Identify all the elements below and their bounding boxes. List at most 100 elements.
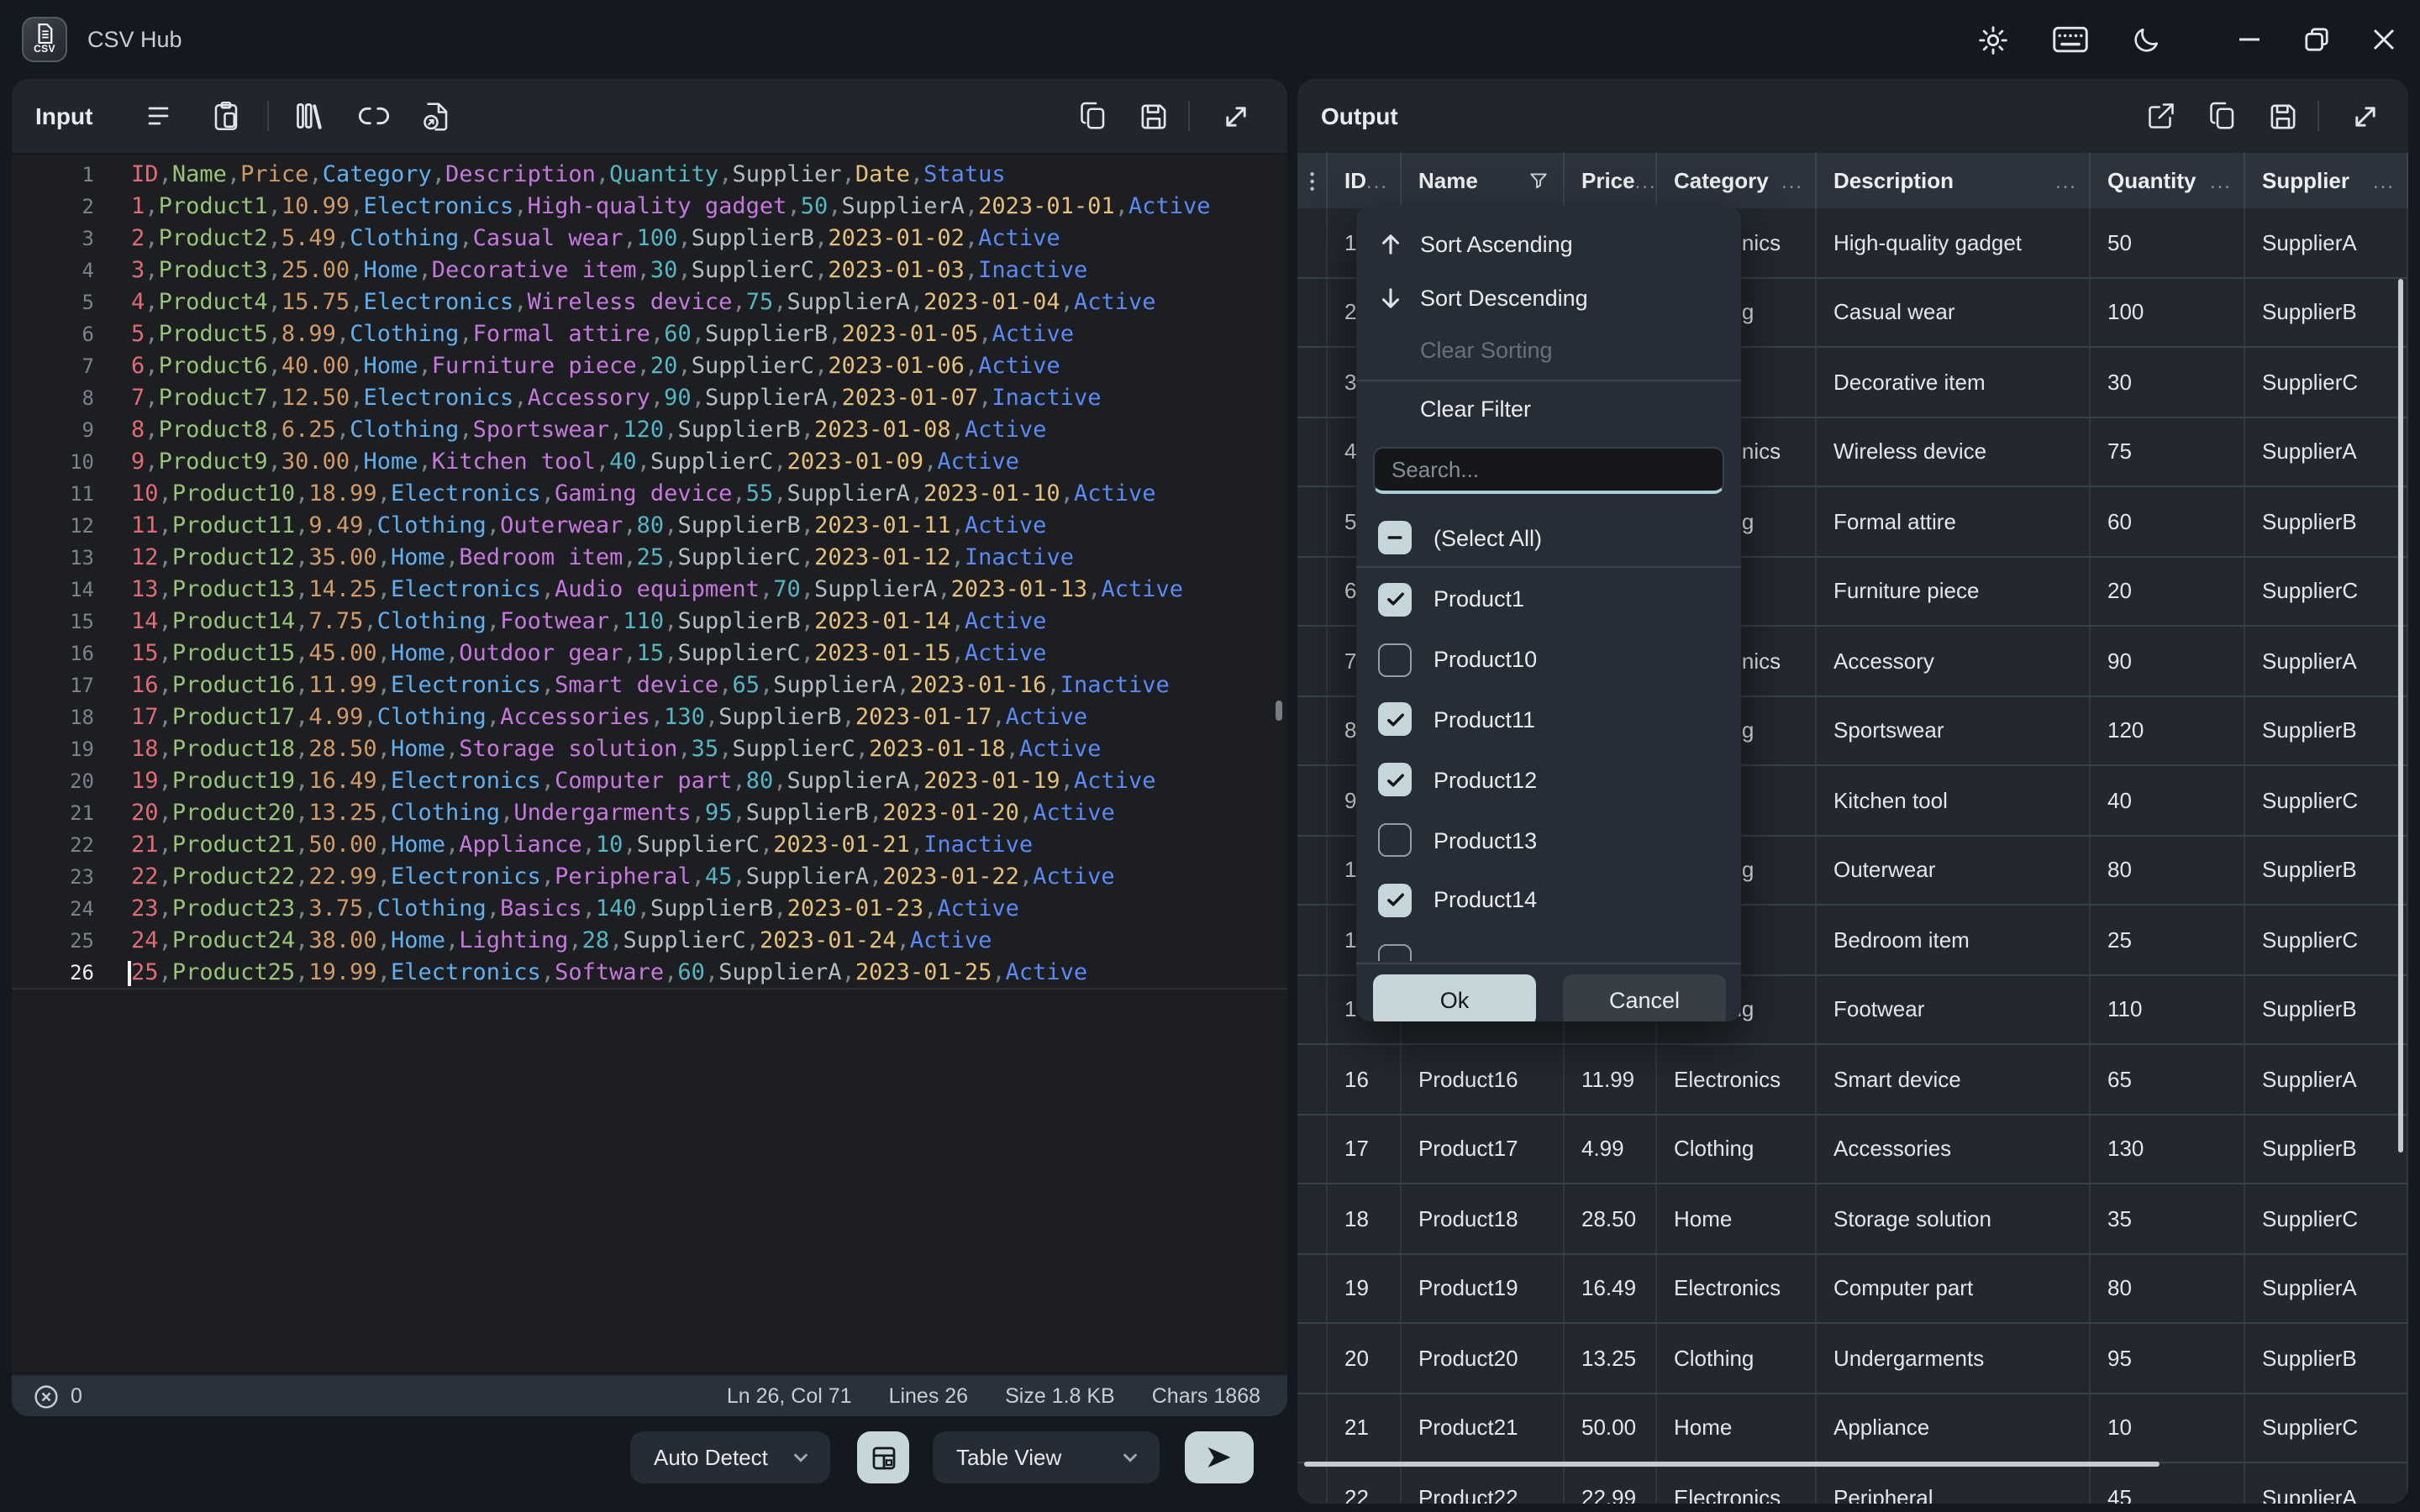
- checkbox-indeterminate[interactable]: [1378, 521, 1412, 554]
- code-text: 9,Product9,30.00,Home,Kitchen tool,40,Su…: [131, 447, 1019, 479]
- filter-value-item[interactable]: Product12: [1356, 750, 1741, 811]
- table-row[interactable]: 17Product174.99ClothingAccessories130Sup…: [1297, 1115, 2408, 1184]
- editor-line[interactable]: 1110,Product10,18.99,Electronics,Gaming …: [12, 479, 1287, 511]
- filter-value-item[interactable]: Product11: [1356, 690, 1741, 750]
- clear-filter-item[interactable]: Clear Filter: [1356, 382, 1741, 435]
- editor-line[interactable]: 21,Product1,10.99,Electronics,High-quali…: [12, 192, 1287, 223]
- link-icon[interactable]: [356, 79, 390, 153]
- editor-line[interactable]: 98,Product8,6.25,Clothing,Sportswear,120…: [12, 415, 1287, 447]
- editor-line[interactable]: 43,Product3,25.00,Home,Decorative item,3…: [12, 255, 1287, 287]
- editor-line[interactable]: 2524,Product24,38.00,Home,Lighting,28,Su…: [12, 926, 1287, 958]
- column-menu-ellipsis[interactable]: ...: [1635, 169, 1657, 192]
- dark-mode-moon-icon[interactable]: [2131, 24, 2161, 55]
- editor-line[interactable]: 2221,Product21,50.00,Home,Appliance,10,S…: [12, 830, 1287, 862]
- parse-mode-dropdown[interactable]: Auto Detect: [630, 1431, 830, 1483]
- convert-send-button[interactable]: [1185, 1431, 1254, 1483]
- table-row[interactable]: 16Product1611.99ElectronicsSmart device6…: [1297, 1045, 2408, 1115]
- editor-line[interactable]: 1514,Product14,7.75,Clothing,Footwear,11…: [12, 606, 1287, 638]
- editor-line[interactable]: 2423,Product23,3.75,Clothing,Basics,140,…: [12, 894, 1287, 926]
- expand-input-icon[interactable]: [1218, 79, 1252, 153]
- editor-line[interactable]: 2120,Product20,13.25,Clothing,Undergarme…: [12, 798, 1287, 830]
- column-header-quantity[interactable]: Quantity...: [2091, 153, 2245, 208]
- expand-output-icon[interactable]: [2348, 79, 2381, 153]
- maximize-restore-button[interactable]: [2304, 27, 2329, 52]
- copy-input-icon[interactable]: [1076, 79, 1109, 153]
- column-menu-ellipsis[interactable]: ...: [2373, 169, 2407, 192]
- save-input-icon[interactable]: [1136, 79, 1170, 153]
- save-output-icon[interactable]: [2265, 79, 2299, 153]
- filter-search-input[interactable]: [1373, 447, 1724, 494]
- copy-output-icon[interactable]: [2205, 79, 2238, 153]
- editor-line[interactable]: 1716,Product16,11.99,Electronics,Smart d…: [12, 670, 1287, 702]
- keyboard-icon[interactable]: [2052, 23, 2089, 56]
- editor-line[interactable]: 1615,Product15,45.00,Home,Outdoor gear,1…: [12, 638, 1287, 670]
- table-row[interactable]: 22Product2222.99ElectronicsPeripheral45S…: [1297, 1463, 2408, 1504]
- filter-value-item[interactable]: Product13: [1356, 810, 1741, 870]
- sample-data-icon[interactable]: [143, 79, 176, 153]
- editor-line[interactable]: 65,Product5,8.99,Clothing,Formal attire,…: [12, 319, 1287, 351]
- column-menu-ellipsis[interactable]: ...: [2210, 169, 2244, 192]
- editor-scrollbar[interactable]: [1276, 701, 1282, 721]
- checkbox-checked[interactable]: [1378, 583, 1412, 617]
- column-header-description[interactable]: Description...: [1817, 153, 2091, 208]
- filter-funnel-icon[interactable]: [1528, 170, 1563, 192]
- table-row[interactable]: 18Product1828.50HomeStorage solution35Su…: [1297, 1184, 2408, 1254]
- editor-line[interactable]: 1312,Product12,35.00,Home,Bedroom item,2…: [12, 543, 1287, 575]
- row-menu-icon[interactable]: [1297, 153, 1328, 208]
- column-menu-ellipsis[interactable]: ...: [1781, 169, 1815, 192]
- sort-ascending-item[interactable]: Sort Ascending: [1356, 218, 1741, 271]
- editor-line[interactable]: 2625,Product25,19.99,Electronics,Softwar…: [12, 958, 1287, 990]
- filter-value-item[interactable]: Product10: [1356, 630, 1741, 690]
- table-row[interactable]: 19Product1916.49ElectronicsComputer part…: [1297, 1254, 2408, 1324]
- column-menu-ellipsis[interactable]: ...: [1366, 169, 1400, 192]
- clear-sorting-item[interactable]: Clear Sorting: [1356, 324, 1741, 377]
- sort-descending-item[interactable]: Sort Descending: [1356, 271, 1741, 324]
- column-header-id[interactable]: ID...: [1328, 153, 1402, 208]
- editor-line[interactable]: 2322,Product22,22.99,Electronics,Periphe…: [12, 862, 1287, 894]
- filter-value-item[interactable]: (Select All): [1356, 511, 1741, 564]
- filter-value-item[interactable]: Product1: [1356, 570, 1741, 630]
- checkbox-checked[interactable]: [1378, 884, 1412, 917]
- paste-clipboard-icon[interactable]: [208, 79, 242, 153]
- checkbox-unchecked[interactable]: [1378, 643, 1412, 676]
- table-horizontal-scrollbar[interactable]: [1304, 1461, 2160, 1467]
- filter-value-item[interactable]: Product14: [1356, 870, 1741, 931]
- checkbox-checked[interactable]: [1378, 703, 1412, 737]
- table-row[interactable]: 21Product2150.00HomeAppliance10SupplierC: [1297, 1394, 2408, 1463]
- column-menu-ellipsis[interactable]: ...: [2055, 169, 2089, 192]
- close-button[interactable]: [2371, 27, 2396, 52]
- table-vertical-scrollbar[interactable]: [2397, 279, 2403, 1152]
- library-columns-icon[interactable]: [292, 79, 326, 153]
- editor-line[interactable]: 1ID,Name,Price,Category,Description,Quan…: [12, 160, 1287, 192]
- editor-line[interactable]: 2019,Product19,16.49,Electronics,Compute…: [12, 766, 1287, 798]
- csv-editor[interactable]: 1ID,Name,Price,Category,Description,Quan…: [12, 153, 1287, 1374]
- share-export-icon[interactable]: [2144, 79, 2178, 153]
- column-header-label: Description: [1833, 168, 1954, 193]
- editor-line[interactable]: 1817,Product17,4.99,Clothing,Accessories…: [12, 702, 1287, 734]
- checkbox-checked[interactable]: [1378, 764, 1412, 797]
- checkbox-unchecked[interactable]: [1378, 823, 1412, 857]
- column-header-category[interactable]: Category...: [1657, 153, 1817, 208]
- editor-line[interactable]: 54,Product4,15.75,Electronics,Wireless d…: [12, 287, 1287, 319]
- editor-line[interactable]: 32,Product2,5.49,Clothing,Casual wear,10…: [12, 223, 1287, 255]
- editor-line[interactable]: 87,Product7,12.50,Electronics,Accessory,…: [12, 383, 1287, 415]
- line-number: 6: [12, 319, 94, 351]
- editor-line[interactable]: 1918,Product18,28.50,Home,Storage soluti…: [12, 734, 1287, 766]
- table-row[interactable]: 20Product2013.25ClothingUndergarments95S…: [1297, 1324, 2408, 1394]
- column-header-name[interactable]: Name: [1402, 153, 1565, 208]
- editor-line[interactable]: 1211,Product11,9.49,Clothing,Outerwear,8…: [12, 511, 1287, 543]
- filter-value-item[interactable]: [1356, 931, 1741, 961]
- view-mode-dropdown[interactable]: Table View: [933, 1431, 1160, 1483]
- editor-line[interactable]: 109,Product9,30.00,Home,Kitchen tool,40,…: [12, 447, 1287, 479]
- editor-line[interactable]: 76,Product6,40.00,Home,Furniture piece,2…: [12, 351, 1287, 383]
- ok-button[interactable]: Ok: [1373, 974, 1536, 1021]
- checkbox-unchecked[interactable]: [1378, 943, 1412, 961]
- table-layout-button[interactable]: [857, 1431, 909, 1483]
- column-header-price[interactable]: Price...: [1565, 153, 1657, 208]
- cancel-button[interactable]: Cancel: [1563, 974, 1726, 1021]
- settings-gear-icon[interactable]: [1976, 23, 2010, 56]
- editor-line[interactable]: 1413,Product13,14.25,Electronics,Audio e…: [12, 575, 1287, 606]
- minimize-button[interactable]: [2237, 27, 2262, 52]
- column-header-supplier[interactable]: Supplier...: [2245, 153, 2408, 208]
- import-file-icon[interactable]: [418, 79, 452, 153]
